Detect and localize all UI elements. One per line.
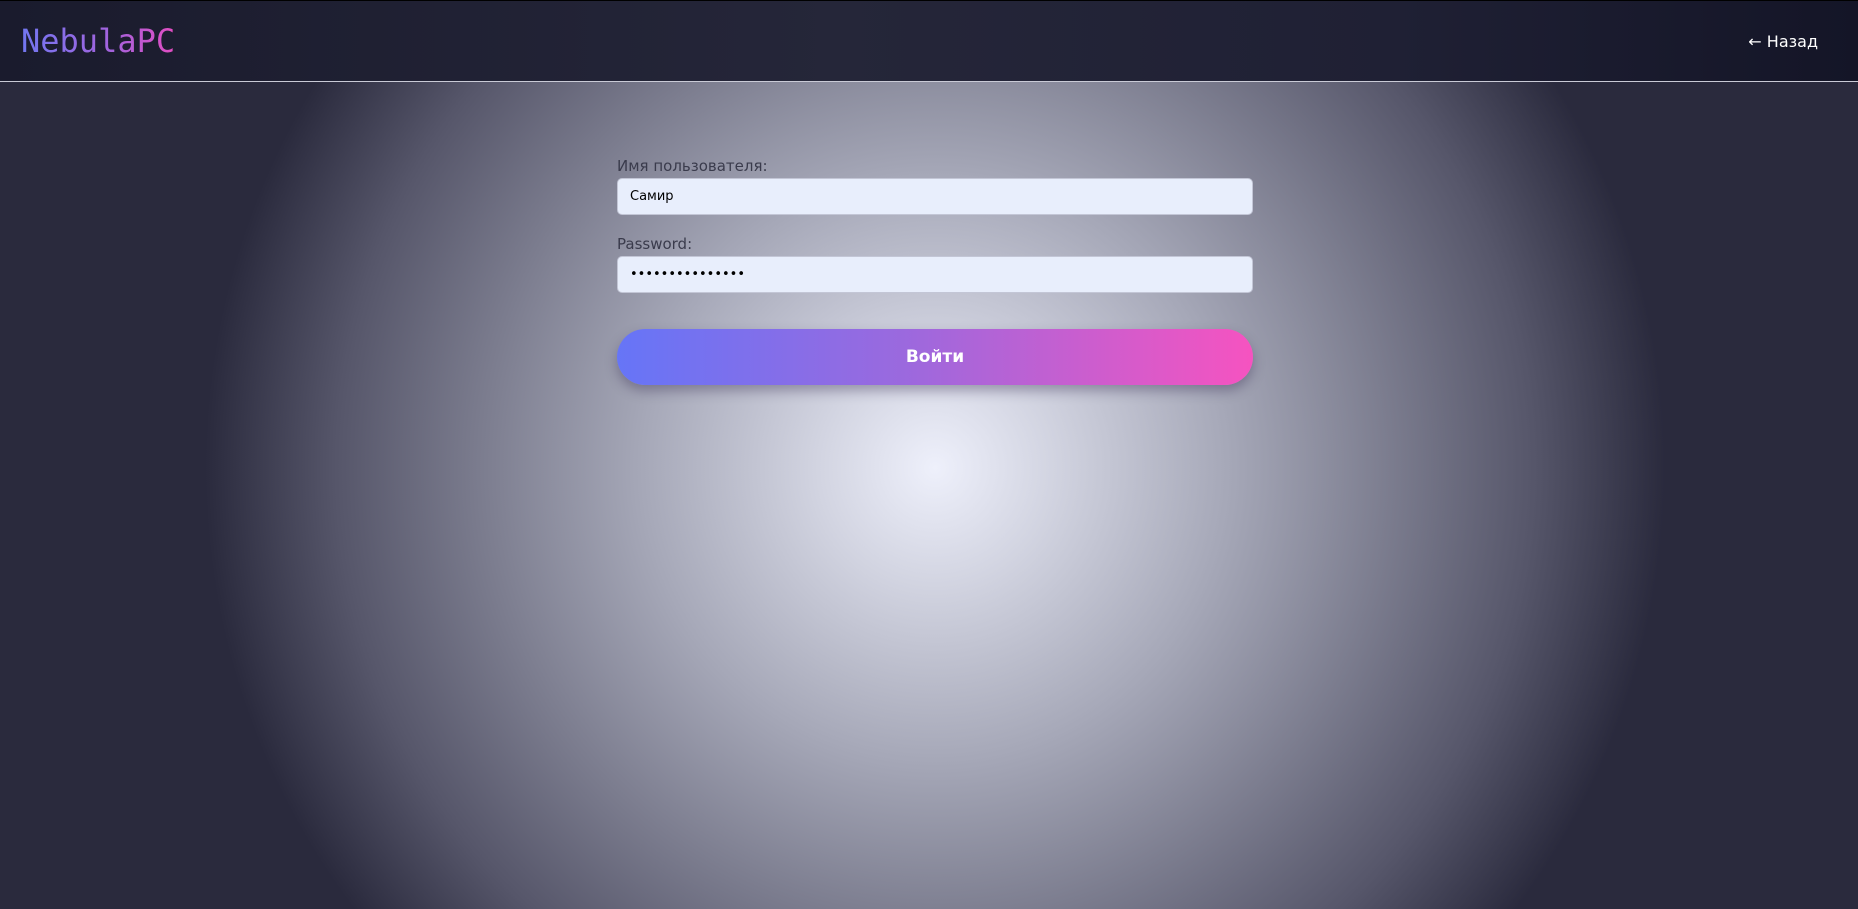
- password-input[interactable]: [617, 256, 1253, 293]
- login-button[interactable]: Войти: [617, 329, 1253, 385]
- username-input[interactable]: [617, 178, 1253, 215]
- password-field-group: Password:: [617, 234, 1253, 293]
- top-header: NebulaPC ← Назад: [0, 0, 1858, 82]
- back-link[interactable]: ← Назад: [1748, 32, 1818, 52]
- username-label: Имя пользователя:: [617, 157, 768, 175]
- password-label: Password:: [617, 235, 693, 253]
- brand-logo[interactable]: NebulaPC: [21, 20, 175, 62]
- username-field-group: Имя пользователя:: [617, 156, 1253, 215]
- login-form: Имя пользователя: Password: Войти: [617, 156, 1253, 385]
